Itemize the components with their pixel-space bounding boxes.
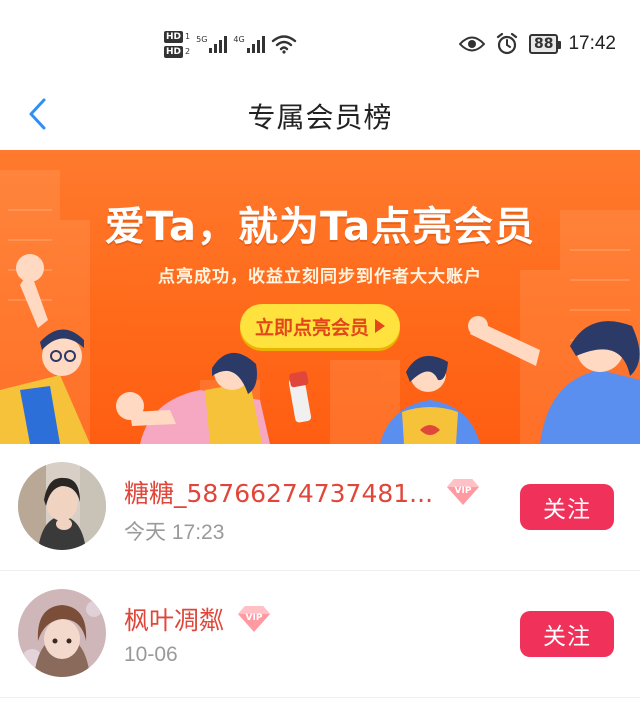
signal-4g: 4G [233,35,265,53]
hd1-indicator: HD 1 [164,30,191,43]
net1-label: 5G [196,35,208,44]
play-arrow-icon [375,319,385,333]
list-item[interactable]: 枫叶凋粼 VIP 10-06 关注 [0,571,640,698]
signal-5g: 5G [196,35,228,53]
member-name-line: 糖糖_58766274737481... VIP [124,474,483,510]
follow-button[interactable]: 关注 [520,484,614,530]
member-name-line: 枫叶凋粼 VIP [124,601,274,637]
signal-icon [209,35,228,53]
member-time: 10-06 [124,643,178,666]
cta-label: 立即点亮会员 [254,316,369,339]
wifi-icon [271,35,296,54]
avatar-image [18,589,106,677]
member-name[interactable]: 糖糖_58766274737481... [124,474,433,510]
navigation-bar: 专属会员榜 [0,84,640,150]
avatar-image [18,462,106,550]
status-left: HD 1 HD 2 5G 4G [164,26,297,62]
signal-icon [246,35,265,53]
hd-indicators: HD 1 HD 2 [164,30,191,58]
vip-badge-icon: VIP [238,606,271,632]
net2-label: 4G [233,35,245,44]
follow-button[interactable]: 关注 [520,611,614,657]
banner-headline: 爱Ta，就为Ta点亮会员 [104,204,536,250]
avatar[interactable] [18,462,106,550]
page-title: 专属会员榜 [247,101,393,134]
banner-subtitle: 点亮成功，收益立刻同步到作者大大账户 [158,267,482,287]
list-item[interactable]: 糖糖_58766274737481... VIP 今天 17:23 关注 [0,444,640,571]
status-right: 88 17:42 [458,30,616,58]
status-time: 17:42 [568,33,616,54]
vip-badge-icon: VIP [447,479,480,505]
vip-badge-label: VIP [455,486,472,496]
hd2-sub: 2 [185,47,191,56]
avatar[interactable] [18,589,106,677]
battery-indicator: 88 [528,34,562,54]
hd1-label: HD [164,30,184,43]
eye-icon [458,36,485,52]
status-bar: HD 1 HD 2 5G 4G 88 17:42 [0,0,640,84]
hd1-sub: 1 [185,32,191,41]
member-time: 今天 17:23 [124,521,225,544]
light-up-membership-button[interactable]: 立即点亮会员 [240,304,400,348]
member-list: 糖糖_58766274737481... VIP 今天 17:23 关注 枫叶凋… [0,444,640,698]
alarm-icon [496,32,518,55]
hd2-indicator: HD 2 [164,45,191,58]
vip-badge-label: VIP [246,613,263,623]
promo-banner[interactable]: 爱Ta，就为Ta点亮会员 点亮成功，收益立刻同步到作者大大账户 立即点亮会员 [0,150,640,444]
hd2-label: HD [164,45,184,58]
member-name[interactable]: 枫叶凋粼 [124,601,224,637]
